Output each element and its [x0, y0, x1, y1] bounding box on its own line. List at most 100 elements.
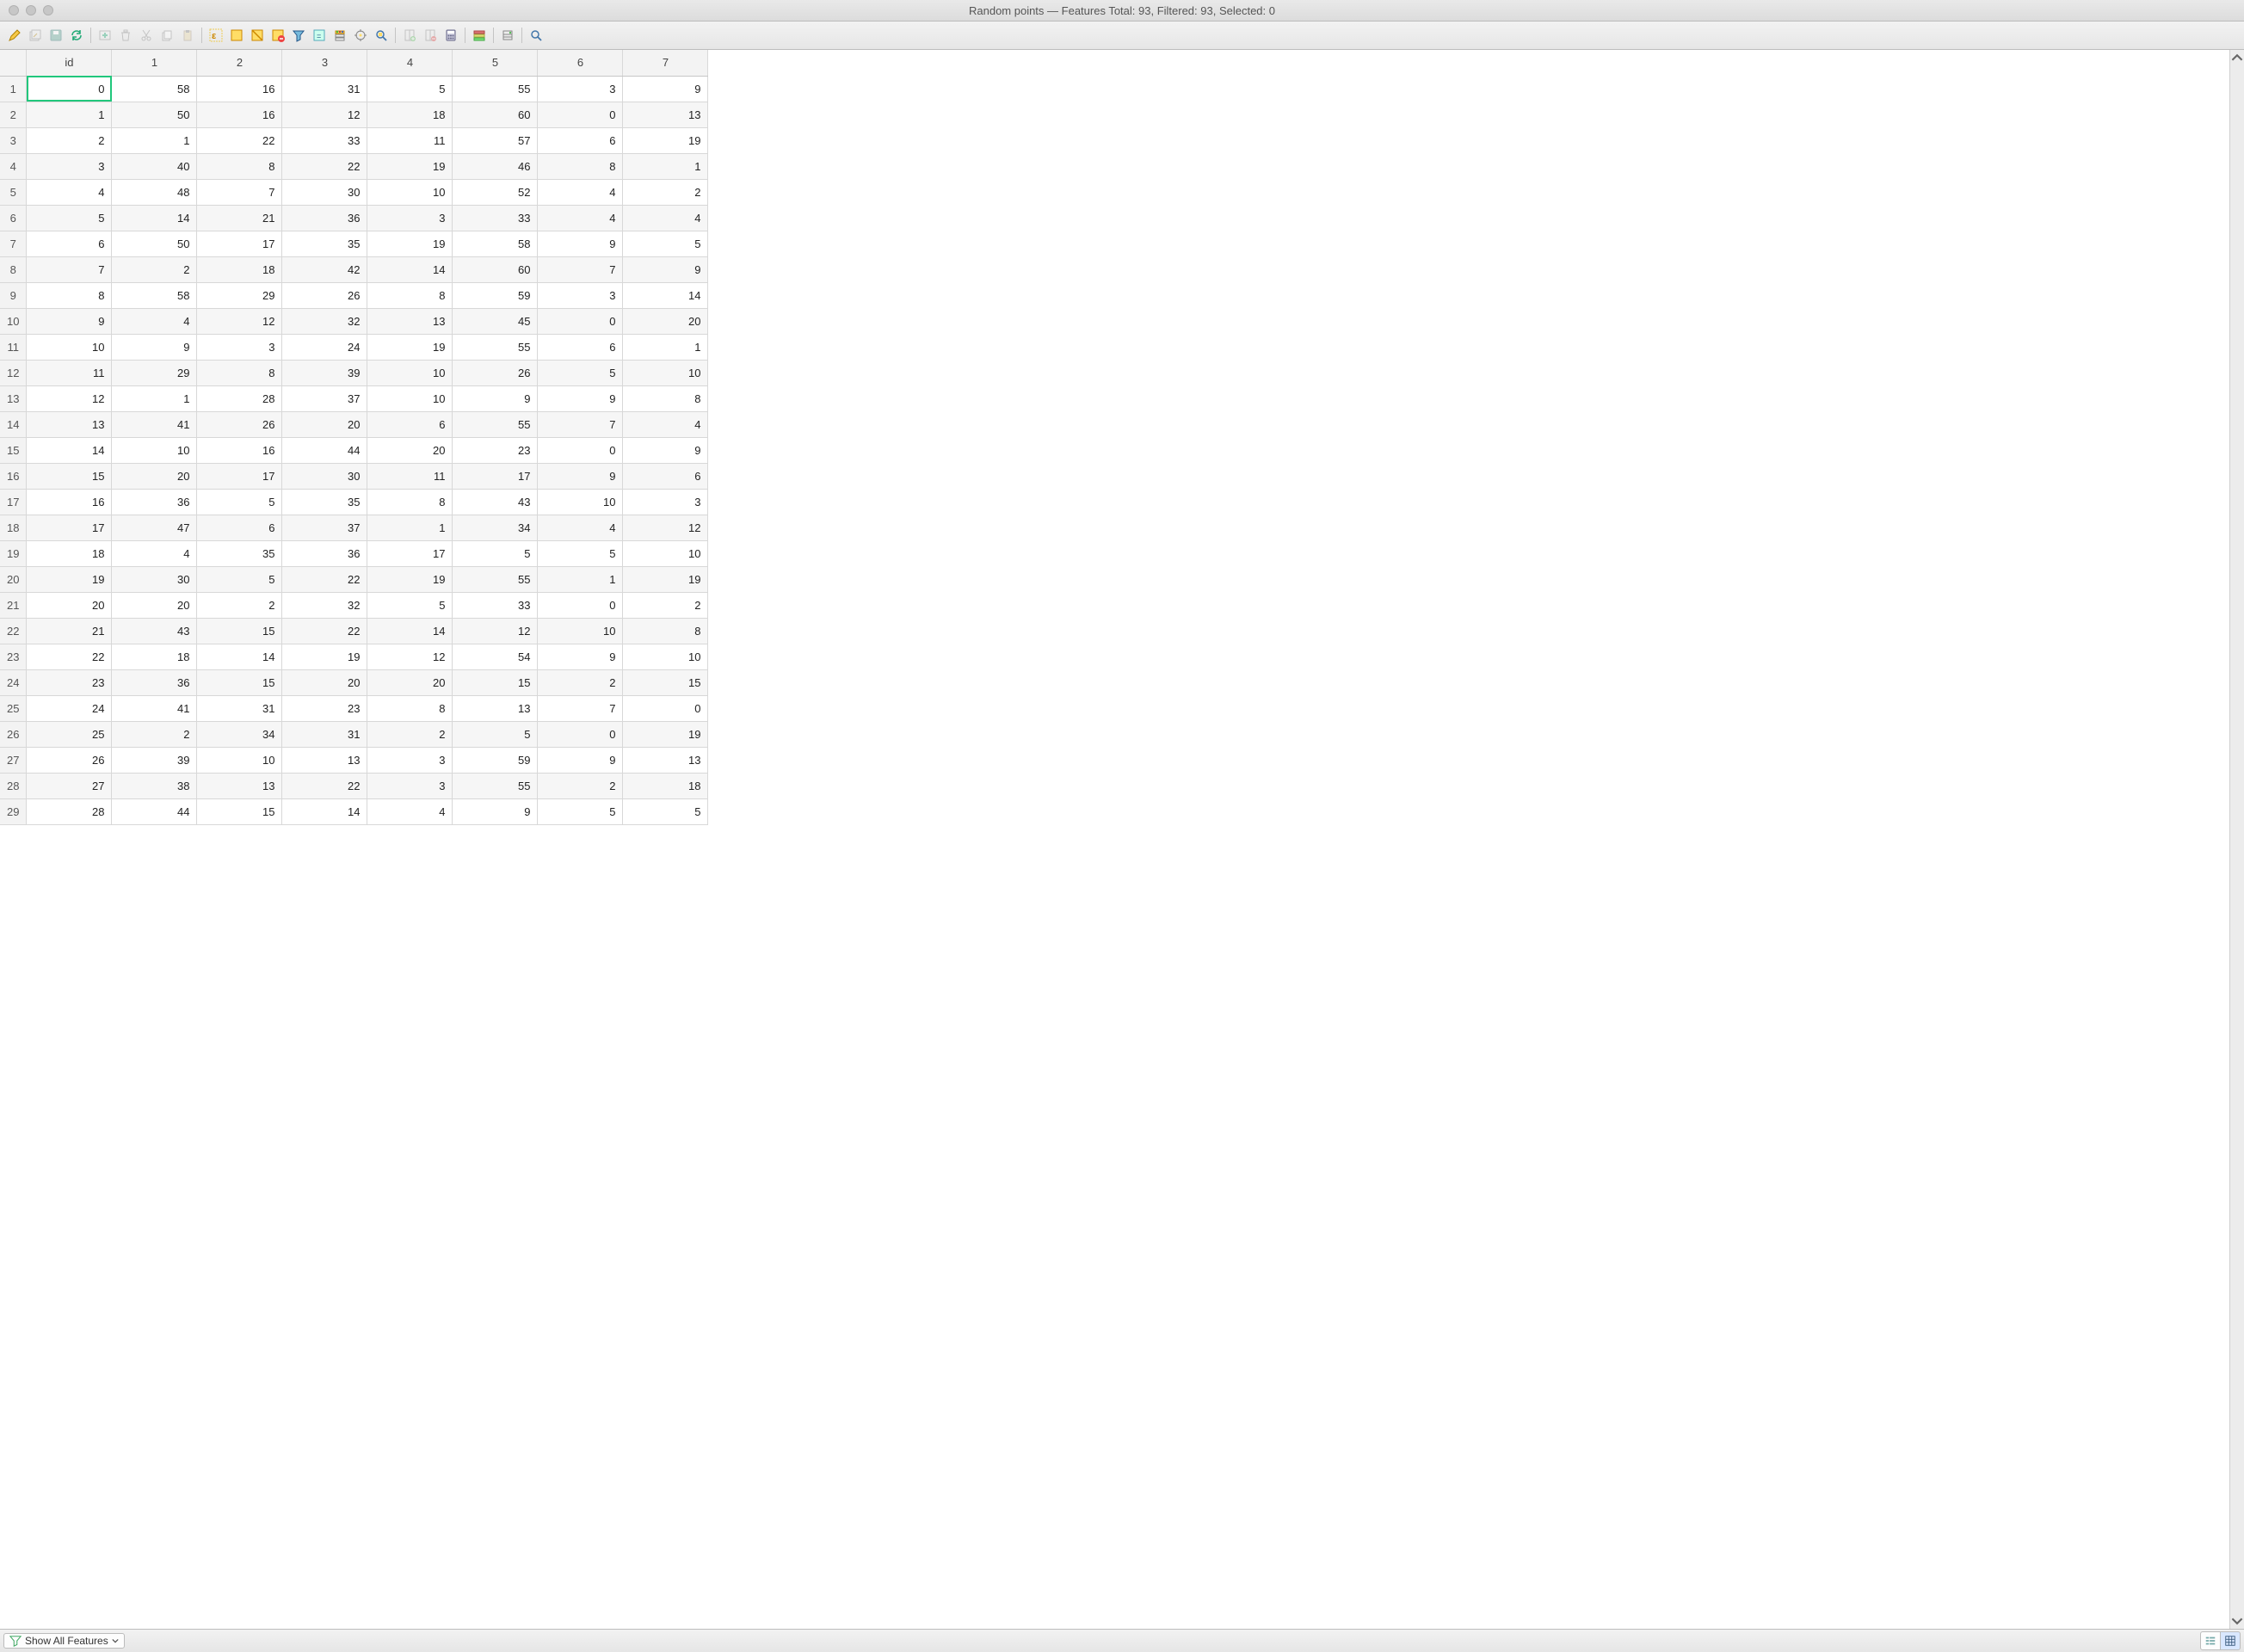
table-cell[interactable]: 10 [623, 360, 708, 385]
row-header[interactable]: 3 [0, 127, 27, 153]
refresh-icon[interactable] [67, 26, 86, 45]
column-header[interactable]: 1 [112, 50, 197, 76]
table-cell[interactable]: 4 [623, 411, 708, 437]
table-cell[interactable]: 50 [112, 231, 197, 256]
row-header[interactable]: 25 [0, 695, 27, 721]
table-cell[interactable]: 9 [538, 385, 623, 411]
table-cell[interactable]: 5 [623, 798, 708, 824]
table-cell[interactable]: 16 [197, 102, 282, 127]
table-cell[interactable]: 52 [453, 179, 538, 205]
table-cell[interactable]: 17 [367, 540, 453, 566]
table-cell[interactable]: 14 [112, 205, 197, 231]
table-cell[interactable]: 43 [453, 489, 538, 515]
table-cell[interactable]: 45 [453, 308, 538, 334]
table-cell[interactable]: 15 [27, 463, 112, 489]
table-scroll-area[interactable]: id1234567 105816315553921501612186001332… [0, 50, 2229, 1629]
table-cell[interactable]: 0 [538, 308, 623, 334]
table-cell[interactable]: 4 [538, 515, 623, 540]
table-cell[interactable]: 26 [453, 360, 538, 385]
table-cell[interactable]: 10 [623, 540, 708, 566]
table-cell[interactable]: 26 [27, 747, 112, 773]
table-cell[interactable]: 59 [453, 282, 538, 308]
table-cell[interactable]: 19 [367, 334, 453, 360]
vertical-scrollbar[interactable] [2229, 50, 2244, 1629]
table-cell[interactable]: 34 [453, 515, 538, 540]
table-cell[interactable]: 24 [27, 695, 112, 721]
table-cell[interactable]: 47 [112, 515, 197, 540]
table-cell[interactable]: 9 [453, 385, 538, 411]
row-header[interactable]: 11 [0, 334, 27, 360]
table-cell[interactable]: 57 [453, 127, 538, 153]
table-cell[interactable]: 4 [367, 798, 453, 824]
table-cell[interactable]: 4 [538, 179, 623, 205]
table-cell[interactable]: 12 [197, 308, 282, 334]
table-cell[interactable]: 10 [538, 618, 623, 644]
table-cell[interactable]: 22 [27, 644, 112, 669]
table-cell[interactable]: 1 [367, 515, 453, 540]
table-cell[interactable]: 60 [453, 102, 538, 127]
column-header[interactable]: 5 [453, 50, 538, 76]
row-header[interactable]: 18 [0, 515, 27, 540]
table-cell[interactable]: 10 [367, 360, 453, 385]
table-cell[interactable]: 28 [27, 798, 112, 824]
table-cell[interactable]: 10 [197, 747, 282, 773]
table-cell[interactable]: 19 [623, 721, 708, 747]
table-cell[interactable]: 7 [27, 256, 112, 282]
table-cell[interactable]: 20 [282, 411, 367, 437]
table-cell[interactable]: 11 [367, 463, 453, 489]
table-cell[interactable]: 31 [282, 721, 367, 747]
table-cell[interactable]: 5 [538, 540, 623, 566]
table-cell[interactable]: 8 [27, 282, 112, 308]
table-cell[interactable]: 1 [623, 153, 708, 179]
table-cell[interactable]: 13 [623, 102, 708, 127]
table-cell[interactable]: 5 [538, 360, 623, 385]
table-cell[interactable]: 20 [112, 463, 197, 489]
table-cell[interactable]: 36 [282, 205, 367, 231]
table-cell[interactable]: 54 [453, 644, 538, 669]
row-header[interactable]: 14 [0, 411, 27, 437]
table-cell[interactable]: 10 [112, 437, 197, 463]
table-cell[interactable]: 16 [197, 437, 282, 463]
table-cell[interactable]: 29 [197, 282, 282, 308]
table-cell[interactable]: 7 [538, 695, 623, 721]
move-top-icon[interactable] [330, 26, 349, 45]
table-cell[interactable]: 31 [282, 76, 367, 102]
table-cell[interactable]: 55 [453, 76, 538, 102]
table-cell[interactable]: 26 [282, 282, 367, 308]
table-cell[interactable]: 33 [282, 127, 367, 153]
table-cell[interactable]: 20 [367, 437, 453, 463]
table-cell[interactable]: 59 [453, 747, 538, 773]
table-cell[interactable]: 48 [112, 179, 197, 205]
table-cell[interactable]: 5 [623, 231, 708, 256]
row-header[interactable]: 26 [0, 721, 27, 747]
table-cell[interactable]: 15 [453, 669, 538, 695]
scroll-up-icon[interactable] [2231, 52, 2243, 64]
table-cell[interactable]: 22 [282, 566, 367, 592]
table-cell[interactable]: 31 [197, 695, 282, 721]
table-cell[interactable]: 1 [623, 334, 708, 360]
table-cell[interactable]: 30 [282, 463, 367, 489]
table-cell[interactable]: 14 [282, 798, 367, 824]
table-cell[interactable]: 7 [197, 179, 282, 205]
row-header[interactable]: 24 [0, 669, 27, 695]
row-header[interactable]: 5 [0, 179, 27, 205]
table-cell[interactable]: 20 [112, 592, 197, 618]
table-cell[interactable]: 9 [538, 644, 623, 669]
table-cell[interactable]: 3 [367, 773, 453, 798]
table-cell[interactable]: 23 [27, 669, 112, 695]
table-cell[interactable]: 12 [27, 385, 112, 411]
dock-icon[interactable] [527, 26, 546, 45]
table-cell[interactable]: 22 [282, 773, 367, 798]
row-header[interactable]: 27 [0, 747, 27, 773]
table-cell[interactable]: 10 [27, 334, 112, 360]
table-cell[interactable]: 55 [453, 334, 538, 360]
table-cell[interactable]: 4 [538, 205, 623, 231]
table-view-button[interactable] [2220, 1631, 2241, 1650]
table-cell[interactable]: 8 [367, 695, 453, 721]
table-cell[interactable]: 12 [453, 618, 538, 644]
table-cell[interactable]: 60 [453, 256, 538, 282]
table-cell[interactable]: 20 [623, 308, 708, 334]
actions-icon[interactable] [498, 26, 517, 45]
table-cell[interactable]: 9 [112, 334, 197, 360]
table-cell[interactable]: 42 [282, 256, 367, 282]
